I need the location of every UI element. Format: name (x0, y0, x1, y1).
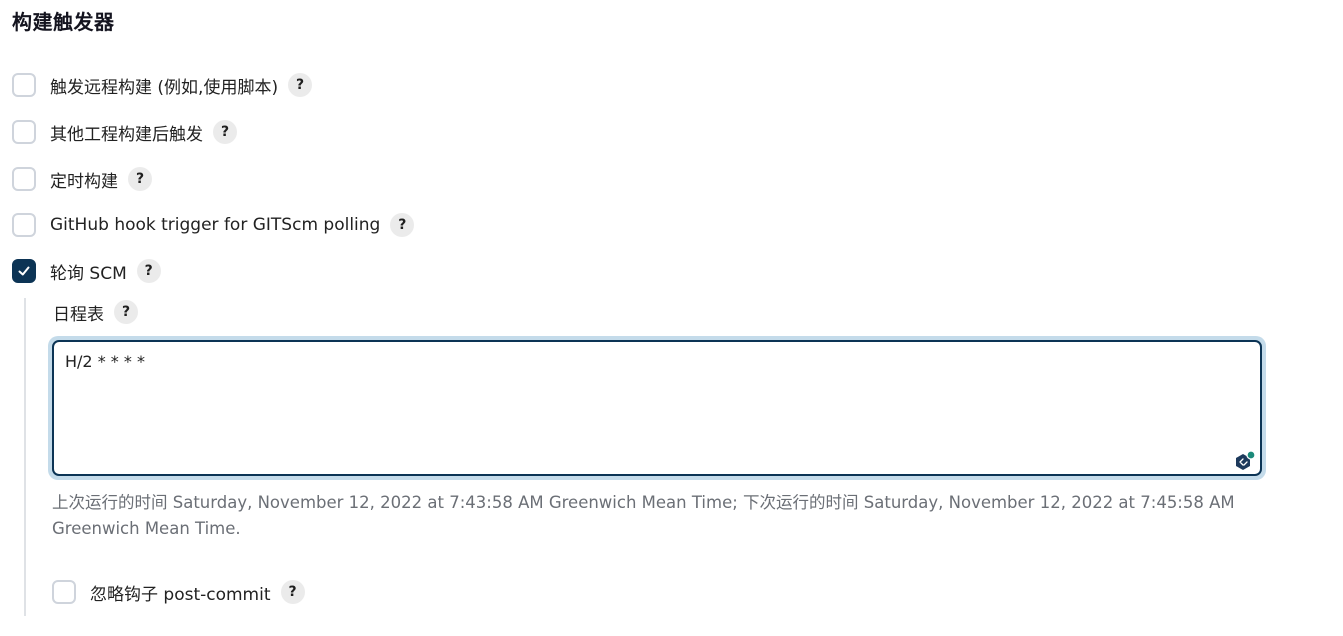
trigger-periodic-build-checkbox[interactable] (12, 167, 36, 191)
checkmark-icon (18, 266, 30, 276)
trigger-periodic-build[interactable]: 定时构建 ? (12, 164, 152, 194)
schedule-textarea-focus-ring: H/2 * * * * (48, 336, 1266, 480)
schedule-run-info: 上次运行的时间 Saturday, November 12, 2022 at 7… (52, 493, 1235, 538)
trigger-poll-scm[interactable]: 轮询 SCM ? (12, 256, 161, 286)
trigger-after-other-projects[interactable]: 其他工程构建后触发 ? (12, 117, 237, 147)
help-icon[interactable]: ? (288, 73, 313, 97)
schedule-label-row: 日程表 ? (53, 298, 138, 326)
trigger-after-other-projects-checkbox[interactable] (12, 120, 36, 144)
schedule-label: 日程表 (53, 304, 104, 325)
section-title: 构建触发器 (12, 10, 115, 34)
trigger-remote-build-checkbox[interactable] (12, 73, 36, 97)
help-icon[interactable]: ? (390, 213, 415, 237)
help-icon[interactable]: ? (114, 300, 138, 324)
help-icon[interactable]: ? (136, 259, 161, 283)
ignore-post-commit-hook[interactable]: 忽略钩子 post-commit ? (52, 577, 305, 607)
trigger-after-other-projects-label[interactable]: 其他工程构建后触发 (50, 120, 203, 145)
trigger-poll-scm-label[interactable]: 轮询 SCM (50, 259, 127, 284)
trigger-github-hook[interactable]: GitHub hook trigger for GITScm polling ? (12, 210, 415, 240)
ignore-post-commit-hook-checkbox[interactable] (52, 580, 76, 604)
help-icon[interactable]: ? (213, 120, 237, 144)
help-icon[interactable]: ? (128, 167, 152, 191)
trigger-poll-scm-checkbox[interactable] (12, 259, 36, 283)
trigger-remote-build[interactable]: 触发远程构建 (例如,使用脚本) ? (12, 70, 313, 100)
ignore-post-commit-hook-label[interactable]: 忽略钩子 post-commit (90, 580, 271, 605)
trigger-remote-build-label[interactable]: 触发远程构建 (例如,使用脚本) (50, 73, 278, 98)
nested-section-indicator (24, 298, 26, 616)
trigger-github-hook-label[interactable]: GitHub hook trigger for GITScm polling (50, 215, 380, 235)
trigger-github-hook-checkbox[interactable] (12, 213, 36, 237)
trigger-periodic-build-label[interactable]: 定时构建 (50, 167, 118, 192)
help-icon[interactable]: ? (280, 580, 305, 604)
textarea-assistant-icon[interactable] (1232, 450, 1256, 474)
schedule-textarea[interactable]: H/2 * * * * (52, 340, 1262, 476)
